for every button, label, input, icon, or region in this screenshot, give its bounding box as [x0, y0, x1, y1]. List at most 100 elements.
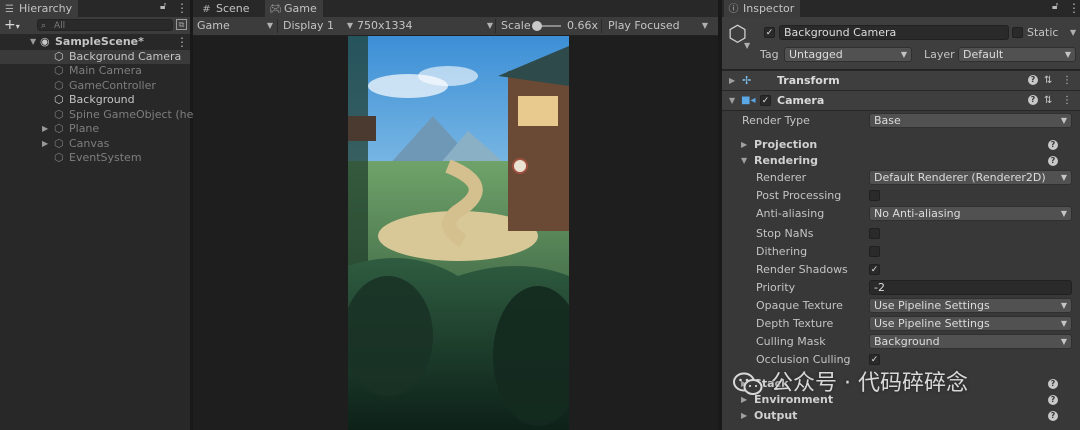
more-options-icon[interactable]: ⋮ — [176, 1, 188, 15]
tab-inspector[interactable]: ⓘ Inspector — [724, 0, 801, 17]
resolution-dropdown[interactable]: 750x1334 ▼ — [357, 17, 493, 35]
expanded-arrow-icon[interactable]: ▼ — [30, 35, 36, 49]
collapsed-arrow-icon[interactable]: ▶ — [42, 122, 48, 136]
scale-value: 0.66x — [567, 19, 599, 32]
renderer-dropdown[interactable]: Default Renderer (Renderer2D) ▼ — [869, 170, 1072, 185]
wechat-icon — [733, 372, 763, 395]
render-shadows-checkbox[interactable]: ✓ — [869, 264, 880, 275]
hierarchy-item-label: Canvas — [69, 136, 110, 150]
render-type-dropdown[interactable]: Base ▼ — [869, 113, 1072, 128]
static-toggle[interactable] — [1012, 27, 1023, 38]
help-icon[interactable]: ? — [1048, 411, 1058, 421]
tab-game[interactable]: 🎮︎ Game — [265, 0, 323, 17]
hierarchy-toolbar: +▾ ⌕ All ⧉ — [0, 17, 190, 34]
tag-dropdown[interactable]: Untagged ▼ — [784, 47, 912, 62]
view-mode-dropdown[interactable]: Game ▼ — [197, 17, 273, 35]
rendering-title: Rendering — [754, 154, 818, 167]
hierarchy-item-label: Plane — [69, 122, 100, 135]
culling-mask-value: Background — [874, 335, 940, 348]
chevron-down-icon: ▼ — [1060, 173, 1067, 182]
display-dropdown[interactable]: Display 1 ▼ — [283, 17, 353, 35]
scene-options-icon[interactable]: ⋮ — [176, 35, 188, 49]
help-icon[interactable]: ? — [1028, 75, 1038, 85]
component-menu-icon[interactable]: ⋮ — [1062, 71, 1072, 90]
icon-dropdown-arrow[interactable]: ▼ — [744, 41, 750, 50]
component-menu-icon[interactable]: ⋮ — [1062, 91, 1072, 110]
chevron-down-icon: ▼ — [701, 21, 708, 30]
play-mode-dropdown[interactable]: Play Focused ▼ — [608, 17, 708, 35]
help-icon[interactable]: ? — [1048, 379, 1058, 389]
hierarchy-item[interactable]: ▶ ⬡ Canvas — [0, 137, 190, 151]
post-processing-checkbox[interactable] — [869, 190, 880, 201]
priority-input[interactable]: -2 — [869, 280, 1072, 295]
priority-value: -2 — [874, 281, 885, 294]
tab-scene[interactable]: # Scene — [197, 0, 256, 17]
hierarchy-item[interactable]: ⬡ Spine GameObject (hero — [0, 108, 204, 122]
expanded-arrow-icon: ▼ — [729, 96, 736, 105]
priority-label: Priority — [756, 281, 796, 294]
display-value: Display 1 — [283, 19, 335, 32]
hierarchy-item[interactable]: ⬡ GameController — [0, 79, 190, 93]
anti-aliasing-dropdown[interactable]: No Anti-aliasing ▼ — [869, 206, 1072, 221]
scale-slider[interactable] — [532, 21, 561, 31]
chevron-down-icon: ▼ — [1060, 116, 1067, 125]
active-toggle[interactable]: ✓ — [764, 27, 775, 38]
scale-slider-handle[interactable] — [532, 21, 542, 31]
camera-enabled-toggle[interactable]: ✓ — [760, 95, 771, 106]
camera-component-header[interactable]: ▼ ■◂ ✓ Camera ? ⇅ ⋮ — [722, 90, 1080, 111]
chevron-down-icon: ▼ — [266, 21, 273, 30]
gameobject-cube-icon: ⬡ — [54, 64, 64, 77]
chevron-down-icon[interactable]: ▼ — [1070, 25, 1076, 40]
filter-icon[interactable]: ⧉ — [176, 19, 187, 30]
lock-icon[interactable]: 🔓︎ — [1052, 1, 1058, 12]
rendering-section[interactable]: ▼ Rendering ? — [722, 152, 1080, 170]
chevron-down-icon: ▼ — [1064, 50, 1071, 59]
depth-texture-dropdown[interactable]: Use Pipeline Settings ▼ — [869, 316, 1072, 331]
gamepad-icon: 🎮︎ — [269, 4, 282, 15]
hierarchy-item[interactable]: ⬡ EventSystem — [0, 151, 190, 165]
expanded-arrow-icon: ▼ — [741, 156, 748, 165]
help-icon[interactable]: ? — [1048, 156, 1058, 166]
chevron-down-icon: ▼ — [1060, 301, 1067, 310]
view-mode-value: Game — [197, 19, 230, 32]
watermark-text: 公众号 · 代码碎碎念 — [771, 371, 968, 396]
chevron-down-icon: ▼ — [1060, 337, 1067, 346]
help-icon[interactable]: ? — [1048, 140, 1058, 150]
help-icon[interactable]: ? — [1048, 395, 1058, 405]
help-icon[interactable]: ? — [1028, 95, 1038, 105]
object-name-value: Background Camera — [784, 26, 897, 39]
hierarchy-panel: ☰ Hierarchy 🔓︎ ⋮ +▾ ⌕ All ⧉ ▼ ◉ SampleScene… — [0, 0, 204, 430]
post-processing-label: Post Processing — [756, 189, 842, 202]
tab-hierarchy[interactable]: ☰ Hierarchy — [0, 0, 79, 17]
hierarchy-item[interactable]: ⬡ Background — [0, 93, 190, 107]
stop-nans-label: Stop NaNs — [756, 227, 814, 240]
culling-mask-dropdown[interactable]: Background ▼ — [869, 334, 1072, 349]
layer-label: Layer — [924, 48, 955, 61]
more-options-icon[interactable]: ⋮ — [1068, 1, 1080, 15]
opaque-texture-dropdown[interactable]: Use Pipeline Settings ▼ — [869, 298, 1072, 313]
stop-nans-checkbox[interactable] — [869, 228, 880, 239]
output-section[interactable]: ▶ Output ? — [722, 407, 1080, 425]
dithering-checkbox[interactable] — [869, 246, 880, 257]
presets-icon[interactable]: ⇅ — [1044, 91, 1052, 110]
hierarchy-item[interactable]: ▶ ⬡ Plane — [0, 122, 190, 136]
chevron-down-icon: ▼ — [1060, 319, 1067, 328]
anti-aliasing-row: Anti-aliasing No Anti-aliasing ▼ — [722, 205, 1080, 223]
collapsed-arrow-icon[interactable]: ▶ — [42, 137, 48, 151]
hierarchy-search-input[interactable]: ⌕ All — [37, 19, 173, 31]
hierarchy-item[interactable]: ⬡ Main Camera — [0, 64, 190, 78]
game-panel: # Scene 🎮︎ Game Game ▼ Display 1 ▼ 750x133… — [193, 0, 718, 430]
occlusion-culling-checkbox[interactable]: ✓ — [869, 354, 880, 365]
stop-nans-row: Stop NaNs — [722, 225, 1080, 243]
hierarchy-item[interactable]: ⬡ Background Camera — [0, 49, 190, 64]
anti-aliasing-label: Anti-aliasing — [756, 207, 825, 220]
hierarchy-scene-row[interactable]: ▼ ◉ SampleScene* ⋮ — [0, 35, 190, 49]
create-button[interactable]: +▾ — [4, 17, 20, 35]
lock-icon[interactable]: 🔓︎ — [160, 1, 166, 12]
transform-component-header[interactable]: ▶ ✢ Transform ? ⇅ ⋮ — [722, 70, 1080, 91]
presets-icon[interactable]: ⇅ — [1044, 71, 1052, 90]
game-viewport[interactable] — [193, 36, 718, 430]
layer-dropdown[interactable]: Default ▼ — [958, 47, 1076, 62]
object-name-input[interactable]: Background Camera — [779, 25, 1009, 40]
gameobject-cube-icon: ⬡ — [54, 49, 64, 63]
